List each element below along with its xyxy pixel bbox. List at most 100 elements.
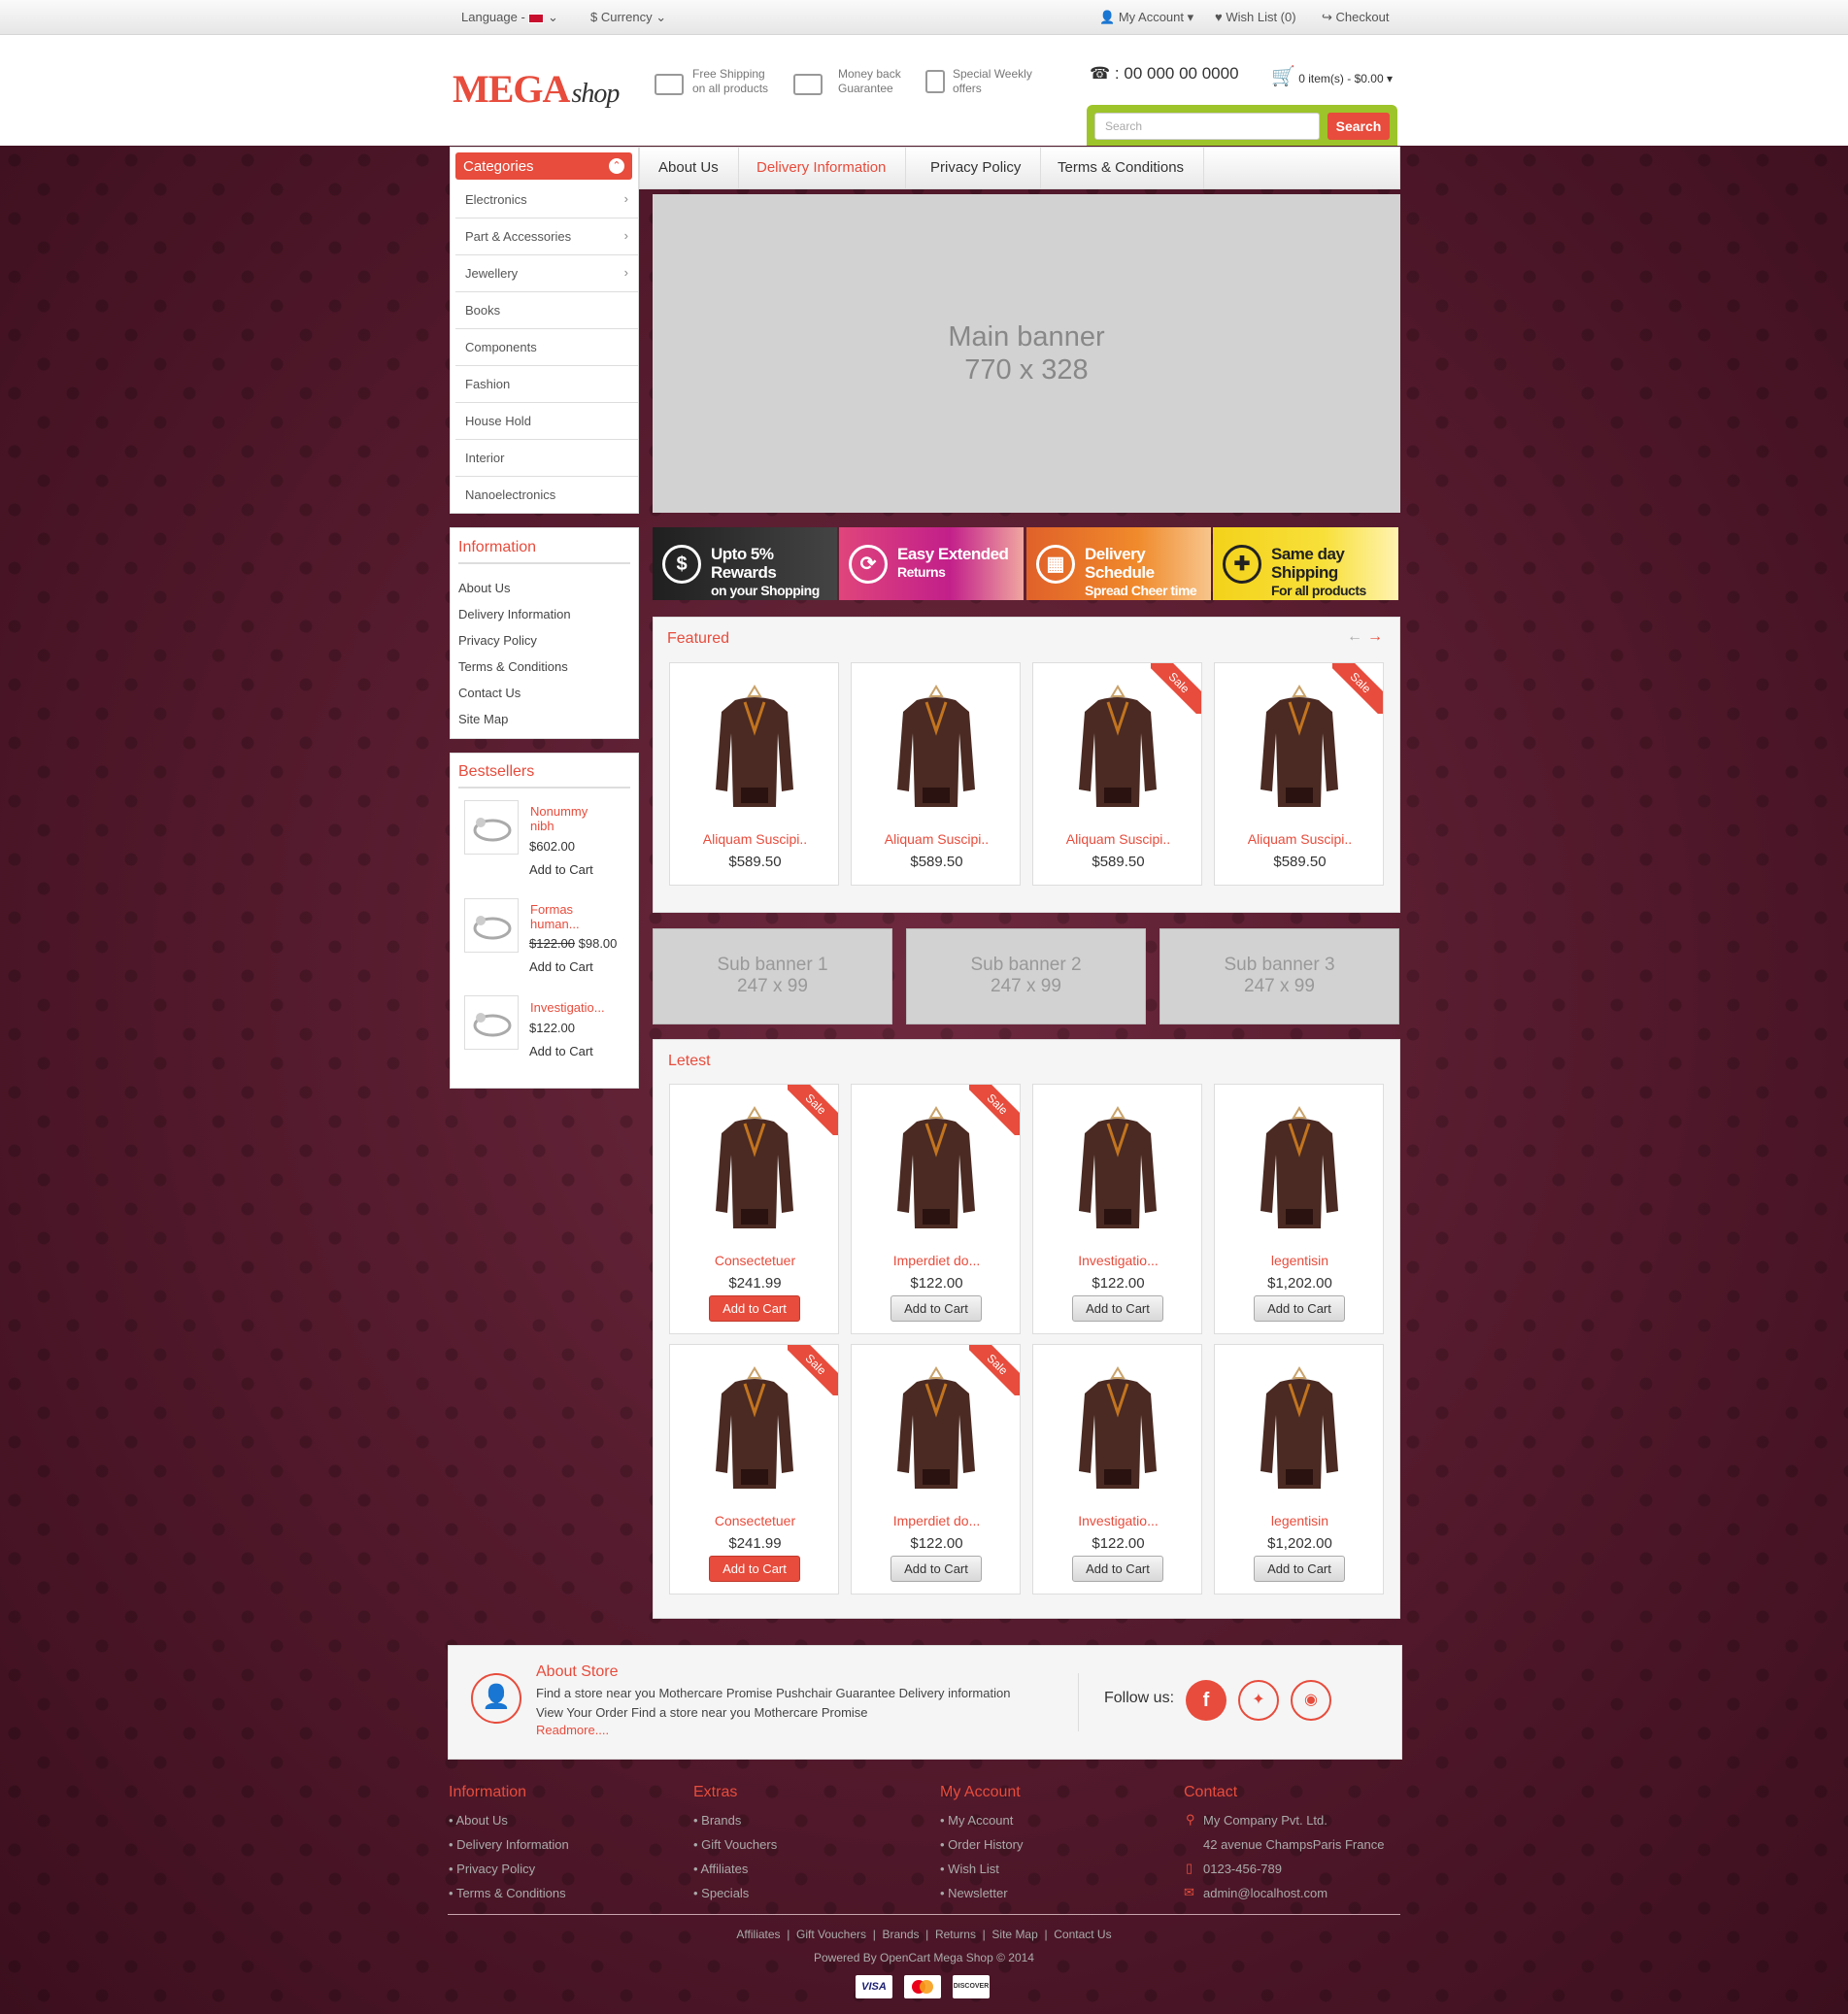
category-item[interactable]: Fashion — [455, 366, 638, 403]
product-card[interactable]: Sale Aliquam Suscipi.. $589.50 — [1032, 662, 1202, 886]
product-card[interactable]: Sale Aliquam Suscipi.. $589.50 — [1214, 662, 1384, 886]
sub-banner-1[interactable]: Sub banner 1 247 x 99 — [653, 928, 892, 1024]
footer-link[interactable]: • Wish List — [940, 1862, 999, 1876]
nav-terms-conditions[interactable]: Terms & Conditions — [1038, 147, 1205, 189]
bestseller-image[interactable] — [464, 800, 519, 855]
product-card[interactable]: Sale Imperdiet do... $122.00 Add to Cart — [851, 1084, 1021, 1334]
footer-link[interactable]: • Terms & Conditions — [449, 1886, 566, 1900]
promo-returns[interactable]: ⟳ Easy Extended Returns — [839, 527, 1024, 600]
info-link[interactable]: Site Map — [458, 712, 508, 726]
product-card[interactable]: Investigatio... $122.00 Add to Cart — [1032, 1084, 1202, 1334]
category-item[interactable]: House Hold — [455, 403, 638, 440]
info-link[interactable]: Contact Us — [458, 686, 521, 700]
product-image[interactable] — [706, 683, 803, 809]
footer-bottom-links[interactable]: Affiliates | Gift Vouchers | Brands | Re… — [448, 1928, 1400, 1941]
product-card[interactable]: Aliquam Suscipi.. $589.50 — [669, 662, 839, 886]
footer-link[interactable]: • Affiliates — [693, 1862, 748, 1876]
add-to-cart-button[interactable]: Add to Cart — [1072, 1556, 1163, 1582]
add-to-cart-button[interactable]: Add to Cart — [890, 1556, 982, 1582]
category-item[interactable]: Electronics › — [455, 182, 638, 218]
product-name[interactable]: Consectetuer — [670, 1253, 840, 1268]
sale-badge: Sale — [1332, 663, 1383, 714]
product-card[interactable]: Sale Imperdiet do... $122.00 Add to Cart — [851, 1344, 1021, 1594]
footer-link[interactable]: • Gift Vouchers — [693, 1837, 777, 1852]
footer-link[interactable]: • My Account — [940, 1813, 1013, 1828]
info-link[interactable]: Privacy Policy — [458, 633, 537, 648]
product-name[interactable]: Imperdiet do... — [852, 1253, 1022, 1268]
product-card[interactable]: Aliquam Suscipi.. $589.50 — [851, 662, 1021, 886]
add-to-cart-button[interactable]: Add to Cart — [1254, 1295, 1345, 1322]
next-arrow-icon[interactable]: → — [1367, 628, 1383, 646]
cart-summary[interactable]: 🛒 0 item(s) - $0.00 ▾ — [1271, 64, 1393, 88]
bestseller-name[interactable]: Investigatio... — [530, 1000, 605, 1015]
product-card[interactable]: legentisin $1,202.00 Add to Cart — [1214, 1084, 1384, 1334]
add-to-cart-button[interactable]: Add to Cart — [1254, 1556, 1345, 1582]
add-to-cart-button[interactable]: Add to Cart — [709, 1556, 800, 1582]
add-to-cart-button[interactable]: Add to Cart — [890, 1295, 982, 1322]
product-card[interactable]: Sale Consectetuer $241.99 Add to Cart — [669, 1084, 839, 1334]
main-banner[interactable]: Main banner 770 x 328 — [653, 194, 1400, 513]
product-image[interactable] — [1069, 1364, 1166, 1491]
product-name[interactable]: Aliquam Suscipi.. — [1215, 831, 1385, 847]
footer-link[interactable]: • Order History — [940, 1837, 1023, 1852]
product-image[interactable] — [1069, 1104, 1166, 1230]
bestseller-image[interactable] — [464, 898, 519, 953]
product-name[interactable]: legentisin — [1215, 1513, 1385, 1528]
footer-link[interactable]: • Specials — [693, 1886, 749, 1900]
prev-arrow-icon[interactable]: ← — [1347, 628, 1362, 646]
category-item[interactable]: Part & Accessories › — [455, 218, 638, 255]
info-link[interactable]: Terms & Conditions — [458, 659, 568, 674]
category-item[interactable]: Components — [455, 329, 638, 366]
product-name[interactable]: Investigatio... — [1033, 1253, 1203, 1268]
sub-banner-2[interactable]: Sub banner 2 247 x 99 — [906, 928, 1146, 1024]
footer-link[interactable]: • Delivery Information — [449, 1837, 569, 1852]
product-name[interactable]: Aliquam Suscipi.. — [852, 831, 1022, 847]
search-button[interactable]: Search — [1327, 113, 1390, 140]
add-to-cart-button[interactable]: Add to Cart — [1072, 1295, 1163, 1322]
promo-shipping[interactable]: ✚ Same day Shipping For all products — [1213, 527, 1398, 600]
contact-email[interactable]: admin@localhost.com — [1203, 1886, 1327, 1900]
product-name[interactable]: Aliquam Suscipi.. — [1033, 831, 1203, 847]
product-card[interactable]: legentisin $1,202.00 Add to Cart — [1214, 1344, 1384, 1594]
nav-privacy-policy[interactable]: Privacy Policy — [911, 147, 1042, 189]
readmore-link[interactable]: Readmore.... — [536, 1723, 609, 1737]
category-item[interactable]: Books — [455, 292, 638, 329]
product-name[interactable]: Aliquam Suscipi.. — [670, 831, 840, 847]
sub-banner-3[interactable]: Sub banner 3 247 x 99 — [1159, 928, 1399, 1024]
add-to-cart-link[interactable]: Add to Cart — [529, 1044, 593, 1058]
facebook-icon[interactable]: f — [1186, 1680, 1226, 1721]
product-image[interactable] — [888, 683, 985, 809]
product-name[interactable]: Consectetuer — [670, 1513, 840, 1528]
promo-delivery[interactable]: ▦ Delivery Schedule Spread Cheer time — [1026, 527, 1211, 600]
product-image[interactable] — [1251, 1104, 1348, 1230]
product-name[interactable]: Imperdiet do... — [852, 1513, 1022, 1528]
twitter-icon[interactable]: ✦ — [1238, 1680, 1279, 1721]
nav-delivery-information[interactable]: Delivery Information — [737, 147, 907, 189]
product-card[interactable]: Investigatio... $122.00 Add to Cart — [1032, 1344, 1202, 1594]
product-card[interactable]: Sale Consectetuer $241.99 Add to Cart — [669, 1344, 839, 1594]
category-item[interactable]: Nanoelectronics — [455, 477, 638, 514]
add-to-cart-button[interactable]: Add to Cart — [709, 1295, 800, 1322]
search-input[interactable]: Search — [1094, 113, 1320, 140]
category-item[interactable]: Jewellery › — [455, 255, 638, 292]
nav-about-us[interactable]: About Us — [639, 147, 739, 189]
bestseller-image[interactable] — [464, 995, 519, 1050]
footer-link[interactable]: • Brands — [693, 1813, 741, 1828]
product-image[interactable] — [1251, 1364, 1348, 1491]
bestseller-name[interactable]: Nonummy nibh — [530, 804, 588, 833]
add-to-cart-link[interactable]: Add to Cart — [529, 862, 593, 877]
product-name[interactable]: Investigatio... — [1033, 1513, 1203, 1528]
product-name[interactable]: legentisin — [1215, 1253, 1385, 1268]
rss-icon[interactable]: ◉ — [1291, 1680, 1331, 1721]
logo[interactable]: MEGAshop — [453, 66, 620, 112]
bestseller-name[interactable]: Formas human... — [530, 902, 580, 931]
footer-link[interactable]: • About Us — [449, 1813, 508, 1828]
footer-link[interactable]: • Newsletter — [940, 1886, 1008, 1900]
promo-rewards[interactable]: $ Upto 5% Rewards on your Shopping — [653, 527, 837, 600]
add-to-cart-link[interactable]: Add to Cart — [529, 959, 593, 974]
categories-header[interactable]: Categories ⌃ — [455, 152, 632, 180]
footer-link[interactable]: • Privacy Policy — [449, 1862, 535, 1876]
category-item[interactable]: Interior — [455, 440, 638, 477]
info-link[interactable]: Delivery Information — [458, 607, 571, 621]
info-link[interactable]: About Us — [458, 581, 510, 595]
